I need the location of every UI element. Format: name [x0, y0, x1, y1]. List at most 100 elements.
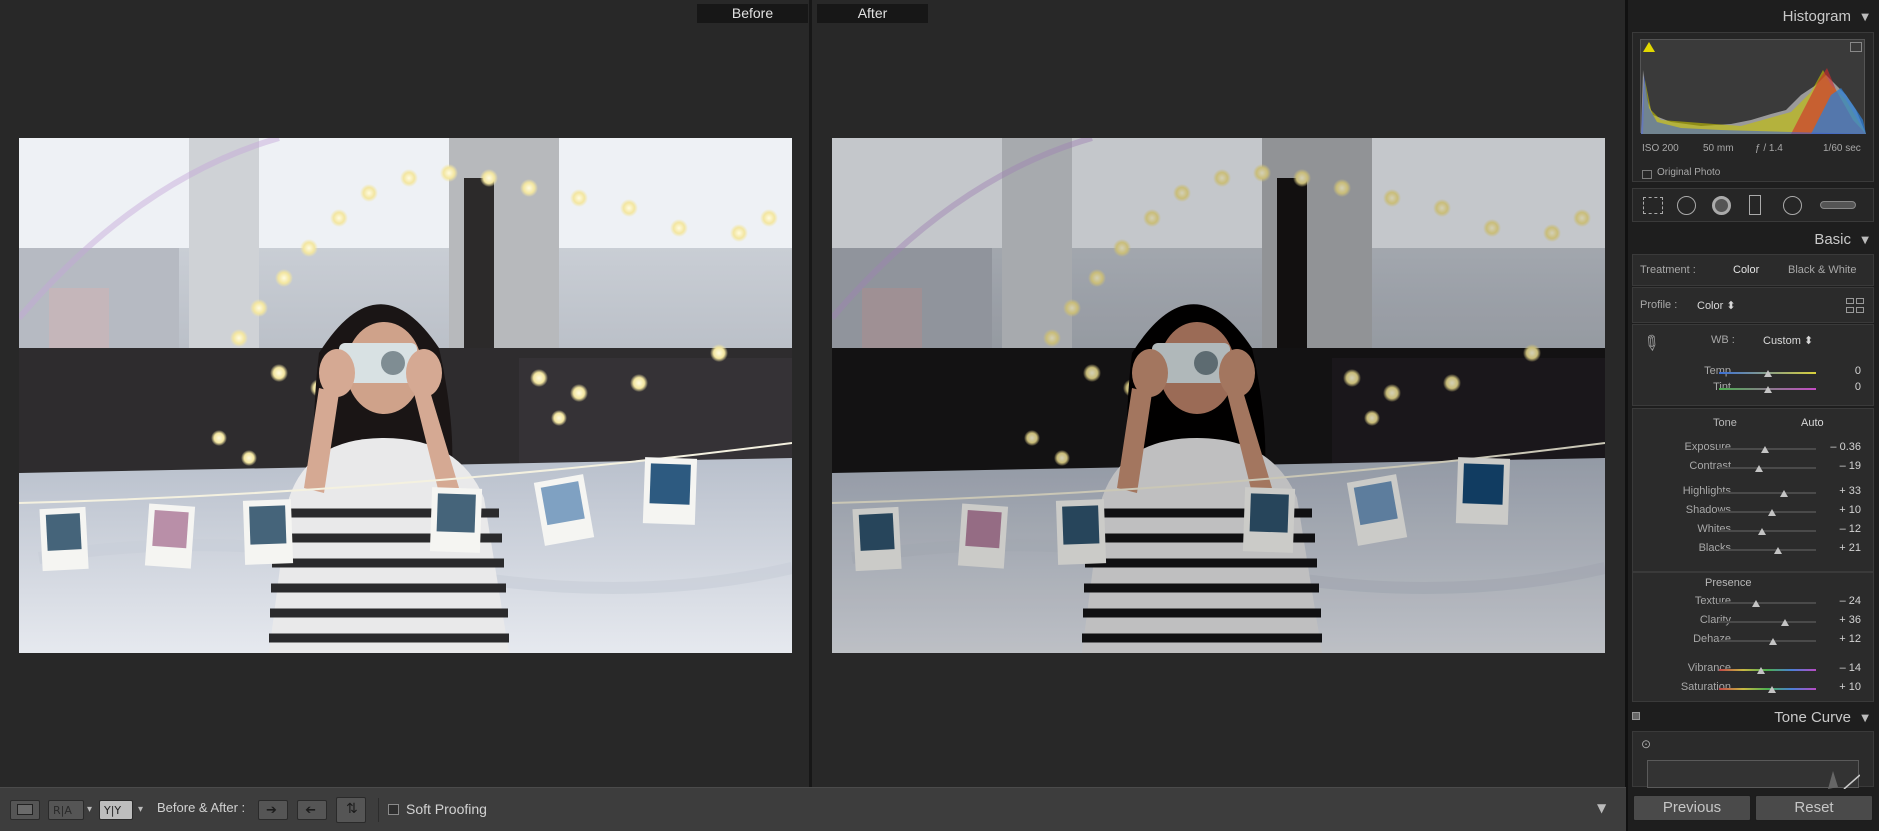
slider-thumb[interactable] [1779, 490, 1788, 497]
swap-before-after-button[interactable]: ⇅ [336, 797, 366, 823]
radial-filter-icon[interactable] [1783, 196, 1802, 215]
crop-overlay-icon[interactable] [1643, 197, 1663, 214]
eyedropper-icon[interactable]: ✎ [1637, 328, 1665, 357]
slider-value[interactable]: + 10 [1809, 504, 1861, 516]
slider-thumb[interactable] [1780, 619, 1789, 626]
profile-select[interactable]: Color ⬍ [1697, 299, 1736, 312]
basic-collapse-icon[interactable]: ▼ [1861, 235, 1869, 246]
histogram-title[interactable]: Histogram [1783, 8, 1851, 25]
slider-row-dehaze: Dehaze + 12 [1633, 633, 1873, 649]
slider-label: Saturation [1680, 681, 1731, 693]
slider-value[interactable]: 0 [1809, 365, 1861, 377]
slider-label: Temp [1704, 365, 1731, 377]
slider-thumb[interactable] [1760, 446, 1769, 453]
slider-row-whites: Whites – 12 [1633, 523, 1873, 539]
loupe-view-button[interactable] [10, 800, 40, 820]
arrow-right-icon: ➔ [266, 803, 277, 818]
before-after-split-button[interactable]: Y|Y [99, 800, 133, 820]
slider-row-blacks: Blacks + 21 [1633, 542, 1873, 558]
previous-button[interactable]: Previous [1633, 795, 1751, 821]
original-photo-checkbox[interactable] [1642, 170, 1652, 179]
slider-value[interactable]: – 0.36 [1809, 441, 1861, 453]
auto-tone-button[interactable]: Auto [1801, 417, 1824, 429]
original-photo-label: Original Photo [1657, 167, 1721, 178]
target-adjustment-icon[interactable]: ⊙ [1641, 737, 1651, 751]
shadow-clipping-icon[interactable] [1643, 42, 1655, 52]
spot-removal-icon[interactable] [1677, 196, 1696, 215]
slider-track[interactable] [1719, 640, 1816, 642]
toolbar-menu-chevron-icon[interactable]: ▼ [1597, 801, 1606, 815]
graduated-filter-icon[interactable] [1749, 195, 1761, 215]
slider-row-shadows: Shadows + 10 [1633, 504, 1873, 520]
slider-value[interactable]: + 36 [1809, 614, 1861, 626]
tone-curve-toggle[interactable] [1632, 712, 1640, 720]
profile-row: Profile : Color ⬍ [1632, 287, 1874, 323]
slider-label: Whites [1697, 523, 1731, 535]
slider-thumb[interactable] [1774, 547, 1783, 554]
slider-value[interactable]: – 24 [1809, 595, 1861, 607]
slider-label: Highlights [1682, 485, 1731, 497]
develop-right-panel: Histogram ▼ ISO 200 50 mm ƒ / 1.4 1/60 s… [1626, 0, 1879, 831]
treatment-bw-option[interactable]: Black & White [1788, 264, 1856, 276]
wb-select[interactable]: Custom ⬍ [1763, 334, 1813, 347]
after-pane[interactable]: After [815, 0, 1626, 787]
tone-curve-collapse-icon[interactable]: ▼ [1861, 713, 1869, 724]
tone-curve-line [1828, 771, 1861, 790]
slider-thumb[interactable] [1769, 638, 1778, 645]
basic-title[interactable]: Basic [1814, 231, 1851, 248]
after-label: After [817, 4, 928, 23]
red-eye-icon[interactable] [1712, 196, 1731, 215]
slider-track[interactable] [1719, 467, 1816, 469]
slider-value[interactable]: + 10 [1809, 681, 1861, 693]
slider-track[interactable] [1719, 621, 1816, 623]
slider-track[interactable] [1719, 530, 1816, 532]
slider-row-temp: Temp 0 [1633, 365, 1873, 381]
slider-value[interactable]: – 12 [1809, 523, 1861, 535]
slider-track[interactable] [1719, 492, 1816, 494]
before-after-left-right-button[interactable]: R|A [48, 800, 84, 820]
slider-thumb[interactable] [1751, 600, 1760, 607]
soft-proofing-checkbox[interactable] [388, 804, 399, 815]
slider-row-exposure: Exposure – 0.36 [1633, 441, 1873, 457]
tone-curve-title[interactable]: Tone Curve [1774, 709, 1851, 726]
histogram-graph[interactable] [1640, 39, 1866, 134]
photo-illustration [19, 138, 792, 653]
slider-track[interactable] [1719, 549, 1816, 551]
tone-curve-graph[interactable] [1647, 760, 1861, 790]
treatment-color-option[interactable]: Color [1733, 264, 1759, 276]
slider-label: Contrast [1689, 460, 1731, 472]
slider-label: Dehaze [1693, 633, 1731, 645]
slider-value[interactable]: + 21 [1809, 542, 1861, 554]
slider-track[interactable] [1719, 669, 1816, 671]
slider-value[interactable]: – 19 [1809, 460, 1861, 472]
before-pane[interactable]: Before [0, 0, 812, 787]
presence-section: Presence Texture – 24 Clarity + 36 Dehaze + 1… [1632, 572, 1874, 702]
slider-track[interactable] [1719, 602, 1816, 604]
slider-value[interactable]: 0 [1809, 381, 1861, 393]
chevron-down-icon[interactable]: ▾ [87, 804, 92, 815]
slider-thumb[interactable] [1757, 528, 1766, 535]
highlight-clipping-icon[interactable] [1850, 42, 1862, 52]
copy-before-to-after-button[interactable]: ➔ [258, 800, 288, 820]
slider-thumb[interactable] [1756, 667, 1765, 674]
slider-value[interactable]: + 12 [1809, 633, 1861, 645]
slider-thumb[interactable] [1763, 370, 1772, 377]
copy-after-to-before-button[interactable]: ➔ [297, 800, 327, 820]
slider-thumb[interactable] [1768, 509, 1777, 516]
adjustment-brush-icon[interactable] [1820, 201, 1856, 209]
soft-proofing-label: Soft Proofing [406, 801, 487, 817]
after-photo[interactable] [832, 138, 1605, 653]
slider-value[interactable]: + 33 [1809, 485, 1861, 497]
toolbar-divider [378, 798, 379, 822]
slider-thumb[interactable] [1763, 386, 1772, 393]
histogram-collapse-icon[interactable]: ▼ [1861, 12, 1869, 23]
slider-value[interactable]: – 14 [1809, 662, 1861, 674]
profile-browser-icon[interactable] [1846, 298, 1865, 314]
reset-button[interactable]: Reset [1755, 795, 1873, 821]
slider-thumb[interactable] [1768, 686, 1777, 693]
chevron-down-icon[interactable]: ▾ [138, 804, 143, 815]
before-photo[interactable] [19, 138, 792, 653]
slider-label: Exposure [1684, 441, 1731, 453]
tone-curve-panel: ⊙ [1632, 731, 1874, 790]
slider-thumb[interactable] [1754, 465, 1763, 472]
